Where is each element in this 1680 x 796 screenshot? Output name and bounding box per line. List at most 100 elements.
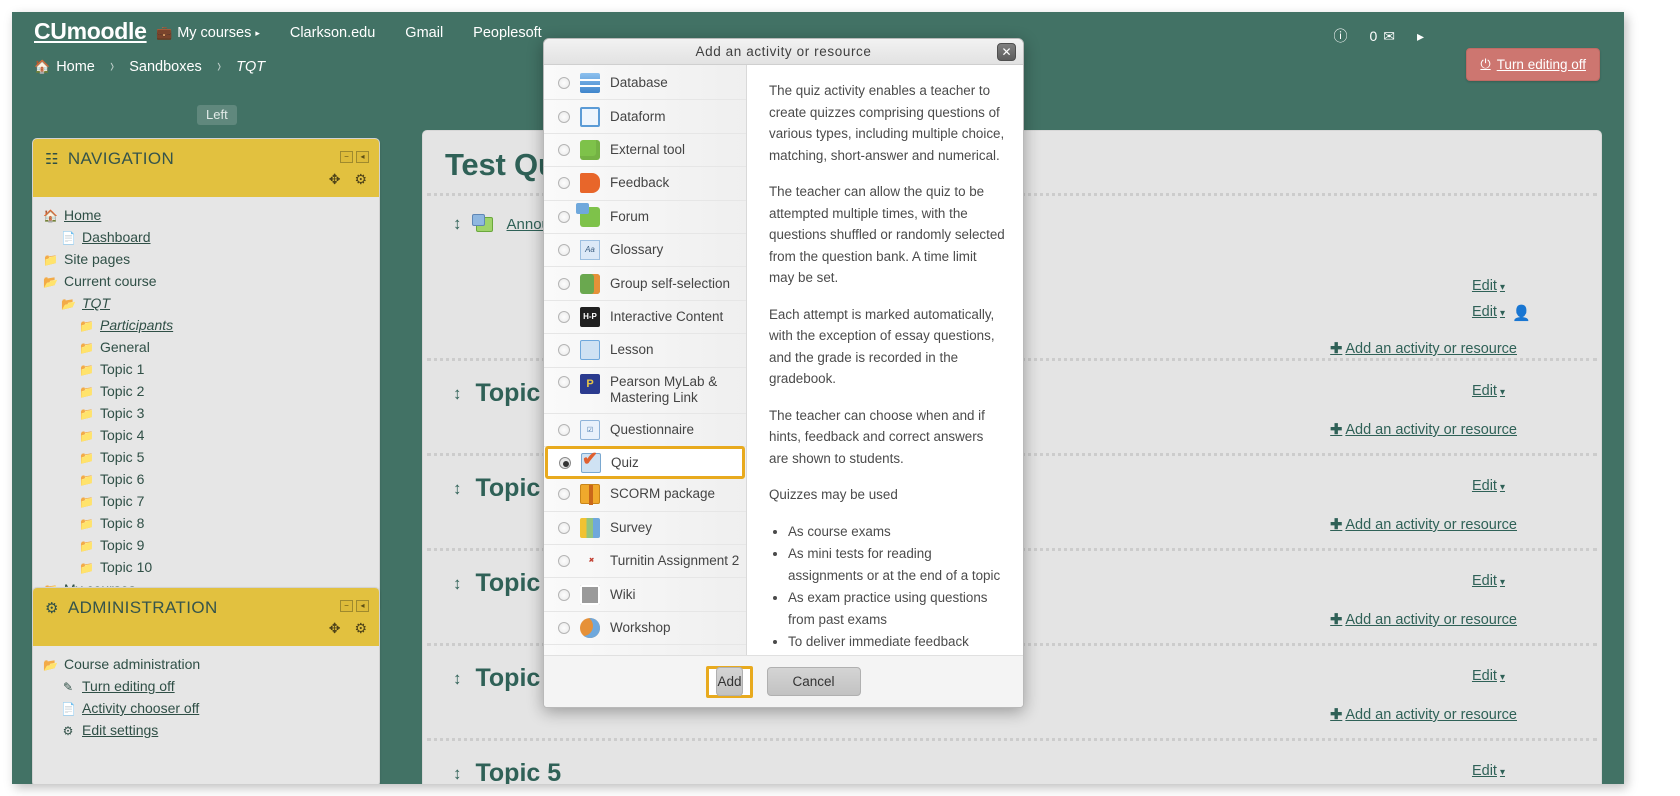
radio-survey[interactable]	[558, 521, 570, 534]
move-updown-icon[interactable]: ↕	[453, 214, 462, 234]
nav-tree-item-topic-8[interactable]: 📁 Topic 8	[43, 513, 369, 535]
radio-wiki[interactable]	[558, 588, 570, 601]
admin-tree-item-course-administration[interactable]: 📂 Course administration	[43, 654, 369, 676]
activity-list[interactable]: Database Dataform External tool Feedback…	[544, 65, 747, 655]
activity-option-glossary[interactable]: Aa Glossary	[544, 234, 746, 268]
move-updown-icon[interactable]: ↕	[453, 574, 462, 594]
turn-editing-off-button[interactable]: ⏻ Turn editing off	[1466, 48, 1600, 81]
move-icon[interactable]: ✥	[329, 620, 341, 637]
radio-group-self-selection[interactable]	[558, 277, 570, 290]
add-activity-link-topic-2[interactable]: ✚ Add an activity or resource	[1330, 517, 1517, 533]
dock-icon[interactable]: ◂	[356, 600, 369, 612]
breadcrumb-item-home[interactable]: 🏠 Home	[34, 59, 95, 75]
activity-option-survey[interactable]: Survey	[544, 512, 746, 546]
move-updown-icon[interactable]: ↕	[453, 479, 462, 499]
close-icon[interactable]: ✕	[997, 43, 1016, 61]
nav-tree-item-topic-6[interactable]: 📁 Topic 6	[43, 469, 369, 491]
move-icon[interactable]: ✥	[329, 171, 341, 188]
nav-tree-item-topic-10[interactable]: 📁 Topic 10	[43, 557, 369, 579]
cancel-button[interactable]: Cancel	[766, 667, 861, 696]
activity-option-interactive-content[interactable]: H-P Interactive Content	[544, 301, 746, 335]
radio-scorm-package[interactable]	[558, 488, 570, 501]
activity-label: Lesson	[610, 342, 654, 358]
radio-database[interactable]	[558, 77, 570, 90]
add-activity-link-topic-3[interactable]: ✚ Add an activity or resource	[1330, 612, 1517, 628]
add-activity-link-topic-4[interactable]: ✚ Add an activity or resource	[1330, 707, 1517, 723]
edit-menu-topic-2[interactable]: Edit ▾	[1472, 478, 1505, 494]
nav-item-clarkson[interactable]: Clarkson.edu	[275, 25, 390, 41]
edit-menu-topic-4[interactable]: Edit ▾	[1472, 668, 1505, 684]
edit-menu-topic-5[interactable]: Edit ▾	[1472, 763, 1505, 779]
activity-option-forum[interactable]: Forum	[544, 201, 746, 234]
dock-icon[interactable]: ◂	[356, 151, 369, 163]
add-activity-link-general[interactable]: ✚ Add an activity or resource	[1330, 341, 1517, 357]
nav-tree-item-topic-5[interactable]: 📁 Topic 5	[43, 447, 369, 469]
nav-tree-item-topic-9[interactable]: 📁 Topic 9	[43, 535, 369, 557]
radio-questionnaire[interactable]	[558, 423, 570, 436]
admin-tree-item-activity-chooser-off[interactable]: 📄 Activity chooser off	[43, 698, 369, 720]
radio-external-tool[interactable]	[558, 143, 570, 156]
collapse-icon[interactable]: −	[340, 151, 353, 163]
activity-option-database[interactable]: Database	[544, 67, 746, 101]
activity-option-workshop[interactable]: Workshop	[544, 612, 746, 646]
messages-indicator[interactable]: 0 ✉	[1369, 28, 1395, 45]
activity-option-lesson[interactable]: Lesson	[544, 334, 746, 368]
activity-option-turnitin-assignment-2[interactable]: 𝃭 Turnitin Assignment 2	[544, 545, 746, 579]
nav-tree-item-participants[interactable]: 📁 Participants	[43, 315, 369, 337]
activity-option-scorm-package[interactable]: SCORM package	[544, 478, 746, 512]
nav-item-my-courses[interactable]: 💼 My courses ▸	[156, 25, 275, 41]
edit-menu-general[interactable]: Edit ▾	[1472, 278, 1505, 294]
nav-item-peoplesoft[interactable]: Peoplesoft	[458, 25, 557, 41]
radio-interactive-content[interactable]	[558, 310, 570, 323]
nav-tree-item-tqt[interactable]: 📂 TQT	[43, 293, 369, 315]
edit-menu-topic-3[interactable]: Edit ▾	[1472, 573, 1505, 589]
activity-option-feedback[interactable]: Feedback	[544, 167, 746, 201]
collapse-icon[interactable]: −	[340, 600, 353, 612]
modal-footer: Add Cancel	[544, 655, 1023, 707]
nav-tree-item-site-pages[interactable]: 📁 Site pages	[43, 249, 369, 271]
nav-tree-item-general[interactable]: 📁 General	[43, 337, 369, 359]
notifications-icon[interactable]: ⓘ	[1333, 26, 1347, 46]
nav-tree-item-topic-1[interactable]: 📁 Topic 1	[43, 359, 369, 381]
activity-option-dataform[interactable]: Dataform	[544, 100, 746, 134]
radio-feedback[interactable]	[558, 177, 570, 190]
radio-lesson[interactable]	[558, 344, 570, 357]
activity-option-wiki[interactable]: Wiki	[544, 578, 746, 612]
nav-tree-item-topic-3[interactable]: 📁 Topic 3	[43, 403, 369, 425]
admin-tree-item-turn-editing-off[interactable]: ✎ Turn editing off	[43, 676, 369, 698]
add-button[interactable]: Add	[716, 666, 743, 696]
radio-forum[interactable]	[558, 210, 570, 223]
activity-option-questionnaire[interactable]: ☑ Questionnaire	[544, 414, 746, 447]
breadcrumb-item-sandboxes[interactable]: Sandboxes	[129, 59, 202, 75]
user-menu-caret-icon[interactable]: ▸	[1417, 28, 1424, 45]
add-activity-link-topic-1[interactable]: ✚ Add an activity or resource	[1330, 422, 1517, 438]
nav-tree-item-dashboard[interactable]: 📄 Dashboard	[43, 227, 369, 249]
radio-pearson-mylab[interactable]	[558, 375, 570, 388]
edit-menu-topic-1[interactable]: Edit ▾	[1472, 383, 1505, 399]
nav-item-gmail[interactable]: Gmail	[390, 25, 458, 41]
radio-quiz[interactable]	[559, 456, 571, 469]
activity-option-group-self-selection[interactable]: Group self-selection	[544, 267, 746, 301]
nav-tree-item-topic-7[interactable]: 📁 Topic 7	[43, 491, 369, 513]
nav-tree-item-current-course[interactable]: 📂 Current course	[43, 271, 369, 293]
radio-turnitin-assignment-2[interactable]	[558, 555, 570, 568]
gear-icon[interactable]: ⚙	[354, 620, 367, 637]
edit-menu-announcements[interactable]: Edit ▾	[1472, 304, 1505, 320]
gear-icon[interactable]: ⚙	[354, 171, 367, 188]
modal-header: Add an activity or resource ✕	[544, 39, 1023, 65]
block-administration-title: ADMINISTRATION	[67, 598, 218, 617]
nav-tree-item-topic-2[interactable]: 📁 Topic 2	[43, 381, 369, 403]
nav-tree-item-home[interactable]: 🏠 Home	[43, 205, 369, 227]
activity-option-external-tool[interactable]: External tool	[544, 134, 746, 168]
radio-dataform[interactable]	[558, 110, 570, 123]
admin-tree-item-edit-settings[interactable]: ⚙ Edit settings	[43, 720, 369, 742]
radio-workshop[interactable]	[558, 622, 570, 635]
activity-option-pearson-mylab[interactable]: P Pearson MyLab & Mastering Link	[544, 368, 746, 414]
nav-tree-item-topic-4[interactable]: 📁 Topic 4	[43, 425, 369, 447]
move-updown-icon[interactable]: ↕	[453, 764, 462, 784]
radio-glossary[interactable]	[558, 244, 570, 257]
move-updown-icon[interactable]: ↕	[453, 669, 462, 689]
activity-option-quiz[interactable]: Quiz	[545, 445, 745, 480]
move-updown-icon[interactable]: ↕	[453, 384, 462, 404]
site-brand-link[interactable]: CUmoodle	[34, 18, 147, 45]
